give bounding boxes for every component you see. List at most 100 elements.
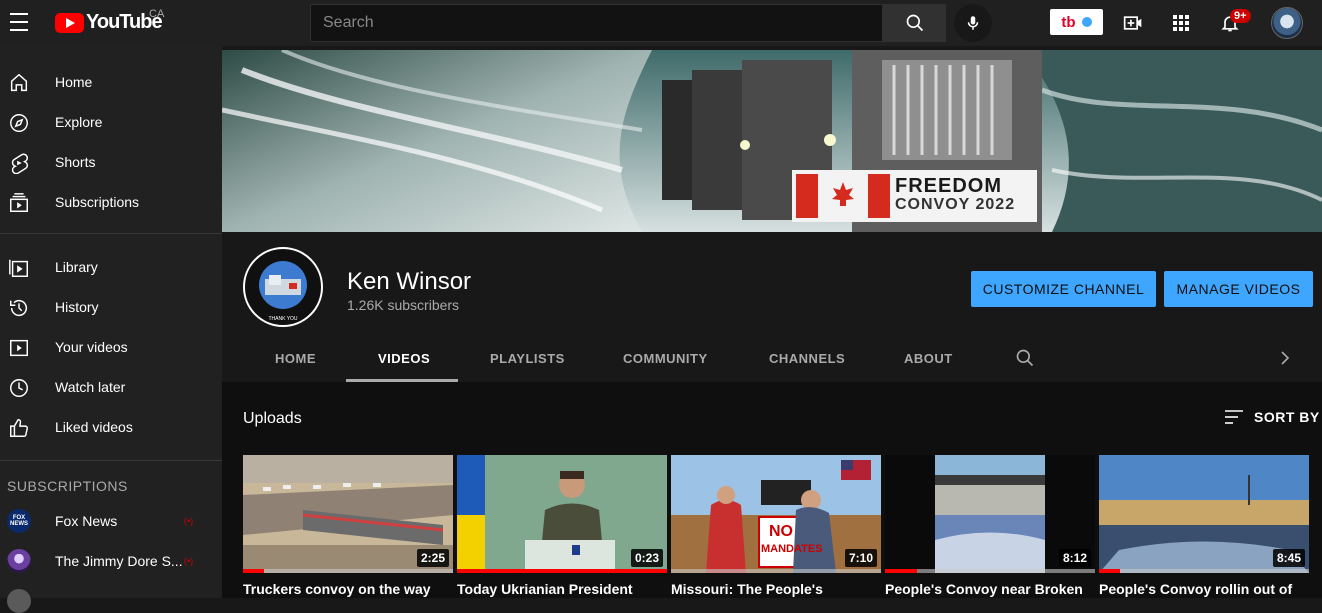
tab-playlists[interactable]: PLAYLISTS bbox=[490, 351, 565, 366]
video-thumbnail[interactable]: NO MANDATES 7:10 bbox=[671, 455, 881, 573]
video-title[interactable]: People's Convoy near Broken bbox=[885, 581, 1095, 597]
home-icon bbox=[10, 73, 28, 92]
thumbnail-sign-text-no: NO bbox=[769, 523, 793, 540]
sidebar-item-label: Subscriptions bbox=[55, 194, 140, 210]
tab-home[interactable]: HOME bbox=[275, 351, 316, 366]
sidebar-item-your-videos[interactable]: Your videos bbox=[0, 327, 222, 367]
channel-avatar-text: THANK YOU bbox=[268, 316, 298, 322]
banner-image bbox=[222, 50, 1322, 232]
customize-channel-button[interactable]: CUSTOMIZE CHANNEL bbox=[971, 271, 1156, 307]
tab-community[interactable]: COMMUNITY bbox=[623, 351, 708, 366]
tab-videos[interactable]: VIDEOS bbox=[378, 351, 430, 366]
manage-videos-button[interactable]: MANAGE VIDEOS bbox=[1164, 271, 1313, 307]
youtube-logo[interactable]: YouTube bbox=[55, 11, 163, 34]
tab-channels[interactable]: CHANNELS bbox=[769, 351, 845, 366]
search-input[interactable]: Search bbox=[310, 4, 883, 42]
sidebar-item-label: Explore bbox=[55, 114, 103, 130]
video-card[interactable]: 2:25 Truckers convoy on the way bbox=[243, 455, 453, 598]
search-icon bbox=[906, 14, 923, 32]
sidebar-item-history[interactable]: History bbox=[0, 287, 222, 327]
watch-progress-track bbox=[1099, 569, 1309, 573]
sidebar-item-label: Home bbox=[55, 74, 93, 90]
watch-progress-track bbox=[243, 569, 453, 573]
video-duration: 0:23 bbox=[630, 549, 663, 567]
library-icon bbox=[9, 259, 28, 277]
sidebar-item-watch-later[interactable]: Watch later bbox=[0, 367, 222, 407]
video-card[interactable]: 8:45 People's Convoy rollin out of bbox=[1099, 455, 1309, 598]
subscriptions-icon bbox=[10, 193, 28, 212]
sidebar-item-explore[interactable]: Explore bbox=[0, 102, 222, 142]
voice-search-button[interactable] bbox=[954, 4, 992, 42]
video-thumbnail[interactable]: 8:12 bbox=[885, 455, 1095, 573]
account-avatar[interactable] bbox=[1271, 7, 1303, 39]
fox-news-avatar: FOX NEWS bbox=[7, 509, 31, 533]
create-video-icon bbox=[1123, 16, 1142, 30]
thumbs-up-icon bbox=[10, 419, 28, 437]
watch-progress-bar bbox=[243, 569, 264, 573]
sidebar-divider bbox=[0, 233, 222, 234]
video-duration: 7:10 bbox=[844, 549, 877, 567]
video-thumbnail[interactable]: 8:45 bbox=[1099, 455, 1309, 573]
video-duration: 8:45 bbox=[1272, 549, 1305, 567]
video-card[interactable]: NO MANDATES 7:10 Missouri: The People's bbox=[671, 455, 881, 598]
clock-icon bbox=[10, 379, 28, 397]
video-thumbnail[interactable]: 2:25 bbox=[243, 455, 453, 573]
video-duration: 8:12 bbox=[1058, 549, 1091, 567]
history-icon bbox=[10, 300, 28, 317]
sidebar-item-label: Watch later bbox=[55, 379, 126, 395]
jimmy-dore-avatar bbox=[7, 549, 31, 573]
watch-progress-track bbox=[671, 569, 881, 573]
channel-banner: FREEDOM CONVOY 2022 bbox=[222, 50, 1322, 232]
video-title[interactable]: Truckers convoy on the way bbox=[243, 581, 453, 597]
video-card[interactable]: 8:12 People's Convoy near Broken bbox=[885, 455, 1095, 598]
chevron-right-icon[interactable] bbox=[1278, 350, 1292, 366]
search-button[interactable] bbox=[883, 4, 946, 42]
watch-progress-bar bbox=[457, 569, 667, 573]
live-indicator-icon: (•) bbox=[184, 516, 194, 526]
subscription-avatar bbox=[7, 589, 31, 613]
sidebar-item-subscriptions[interactable]: Subscriptions bbox=[0, 182, 222, 222]
sidebar-item-label: Liked videos bbox=[55, 419, 133, 435]
channel-search-icon[interactable] bbox=[1015, 348, 1035, 368]
youtube-play-icon bbox=[55, 12, 84, 33]
video-card[interactable]: 0:23 Today Ukrianian President bbox=[457, 455, 667, 598]
menu-icon[interactable] bbox=[10, 13, 28, 31]
video-title[interactable]: Today Ukrianian President bbox=[457, 581, 667, 597]
sidebar-item-label: History bbox=[55, 299, 99, 315]
country-code: CA bbox=[149, 8, 165, 20]
sidebar-item-liked-videos[interactable]: Liked videos bbox=[0, 407, 222, 447]
uploads-heading: Uploads bbox=[243, 410, 302, 427]
extension-button[interactable]: tb bbox=[1050, 9, 1103, 35]
tab-about[interactable]: ABOUT bbox=[904, 351, 953, 366]
extension-label: tb bbox=[1061, 13, 1076, 31]
sidebar-item-library[interactable]: Library bbox=[0, 247, 222, 287]
banner-text-freedom: FREEDOM bbox=[895, 175, 1002, 197]
sidebar-item-label: Library bbox=[55, 259, 98, 275]
banner-text-convoy: CONVOY 2022 bbox=[895, 196, 1016, 213]
subscription-label: Fox News bbox=[55, 513, 118, 529]
sort-icon bbox=[1225, 410, 1243, 424]
sort-by-label: SORT BY bbox=[1254, 409, 1320, 425]
create-video-button[interactable] bbox=[1121, 11, 1145, 35]
sidebar-item-label: Shorts bbox=[55, 154, 96, 170]
subscription-label: The Jimmy Dore S... bbox=[55, 553, 183, 569]
apps-button[interactable] bbox=[1169, 11, 1193, 35]
watch-progress-track bbox=[885, 569, 1095, 573]
watch-progress-bar bbox=[1099, 569, 1120, 573]
sort-by-button[interactable]: SORT BY bbox=[1224, 409, 1320, 425]
top-bar: YouTube CA Search tb 9+ bbox=[0, 0, 1322, 46]
sidebar-item-home[interactable]: Home bbox=[0, 62, 222, 102]
notification-badge: 9+ bbox=[1230, 9, 1251, 23]
thumbnail-sign-text-mandates: MANDATES bbox=[761, 543, 823, 555]
video-duration: 2:25 bbox=[416, 549, 449, 567]
subscriber-count: 1.26K subscribers bbox=[347, 297, 460, 313]
video-title[interactable]: People's Convoy rollin out of bbox=[1099, 581, 1309, 597]
apps-grid-icon bbox=[1173, 15, 1189, 31]
video-title[interactable]: Missouri: The People's bbox=[671, 581, 881, 597]
sidebar-item-label: Your videos bbox=[55, 339, 128, 355]
subscriptions-heading: SUBSCRIPTIONS bbox=[7, 478, 128, 494]
channel-avatar-image bbox=[247, 251, 319, 323]
sidebar-item-shorts[interactable]: Shorts bbox=[0, 142, 222, 182]
microphone-icon bbox=[967, 16, 979, 30]
video-thumbnail[interactable]: 0:23 bbox=[457, 455, 667, 573]
